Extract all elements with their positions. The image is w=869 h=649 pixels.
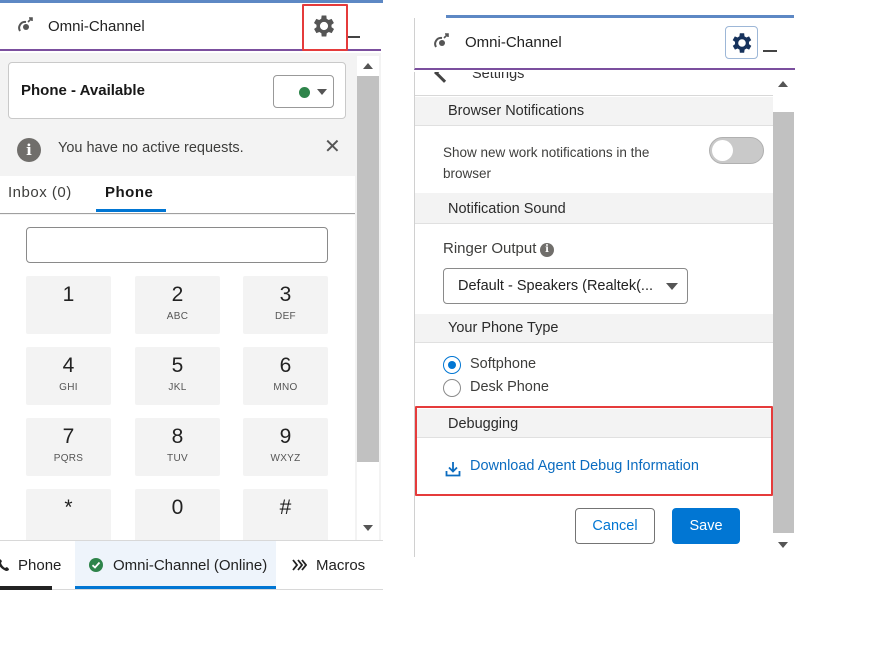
settings-gear-button[interactable] <box>725 26 758 59</box>
utility-bar: Phone Omni-Channel (Online) Macros <box>0 540 383 590</box>
section-phone-type: Your Phone Type <box>415 314 773 343</box>
dial-key-6[interactable]: 6 MNO <box>243 347 328 405</box>
panel-title: Omni-Channel <box>48 18 145 35</box>
omni-channel-icon <box>18 17 33 32</box>
left-scrollbar[interactable] <box>357 56 379 540</box>
ringer-output-value: Default - Speakers (Realtek(... <box>458 278 654 294</box>
radio-softphone[interactable] <box>443 356 461 374</box>
toggle-knob <box>712 140 733 161</box>
tab-phone[interactable]: Phone <box>105 184 153 201</box>
phone-icon <box>0 559 9 571</box>
browser-notification-toggle[interactable] <box>709 137 764 164</box>
work-tabs: Inbox (0) Phone <box>0 176 355 214</box>
minimize-icon[interactable] <box>763 50 777 52</box>
dialer: 1 2 ABC 3 DEF 4 GHI 5 JKL 6 MNO 7 PQRS 8 TUV 9W… <box>0 215 355 541</box>
dial-key-1[interactable]: 1 <box>26 276 111 334</box>
scroll-down-icon[interactable] <box>778 542 788 548</box>
panel-body: Phone - Available i You have no active r… <box>0 53 381 541</box>
settings-body: Settings Browser Notifications Show new … <box>414 72 773 557</box>
notice-text: You have no active requests. <box>58 140 244 156</box>
dial-key-3[interactable]: 3 DEF <box>243 276 328 334</box>
browser-notification-text: Show new work notifications in the brows… <box>443 145 650 181</box>
dial-key-8[interactable]: 8 TUV <box>135 418 220 476</box>
omni-channel-panel-right: Omni-Channel Settings Browser Notificati… <box>414 15 796 557</box>
omni-channel-icon <box>434 33 449 48</box>
ringer-output-label: Ringer Output <box>443 240 537 257</box>
dial-key-5[interactable]: 5 JKL <box>135 347 220 405</box>
radio-desk-phone-label: Desk Phone <box>470 379 549 395</box>
check-circle-icon <box>89 558 103 572</box>
presence-status-card: Phone - Available <box>8 62 346 119</box>
online-status-dot <box>299 87 310 98</box>
tab-inbox[interactable]: Inbox (0) <box>8 184 72 201</box>
scroll-up-icon[interactable] <box>363 63 373 69</box>
settings-title-row: Settings <box>415 72 773 96</box>
panel-title: Omni-Channel <box>465 34 562 51</box>
chevron-down-icon <box>317 89 327 95</box>
radio-desk-phone[interactable] <box>443 379 461 397</box>
double-chevron-icon <box>292 559 307 571</box>
download-debug-info-link[interactable]: Download Agent Debug Information <box>470 458 699 474</box>
download-icon[interactable] <box>445 461 461 477</box>
utility-omni-channel[interactable]: Omni-Channel (Online) <box>75 541 276 589</box>
gear-icon[interactable] <box>310 12 338 40</box>
scroll-down-icon[interactable] <box>363 525 373 531</box>
dial-key-2[interactable]: 2 ABC <box>135 276 220 334</box>
dial-key-hash[interactable]: # <box>243 489 328 541</box>
dial-key-7[interactable]: 7 PQRS <box>26 418 111 476</box>
utility-macros[interactable]: Macros <box>276 541 383 589</box>
omni-channel-panel-left: Omni-Channel Phone - Available i You hav… <box>0 0 384 592</box>
section-notification-sound: Notification Sound <box>415 193 773 224</box>
active-tab-indicator <box>96 209 166 212</box>
right-scrollbar[interactable] <box>773 72 794 557</box>
close-icon[interactable]: ✕ <box>324 137 341 157</box>
dial-key-9[interactable]: 9 WXYZ <box>243 418 328 476</box>
scroll-up-icon[interactable] <box>778 81 788 87</box>
save-button[interactable]: Save <box>672 508 740 544</box>
info-icon[interactable]: i <box>540 243 554 257</box>
utility-phone-underline <box>0 586 52 590</box>
dial-key-0[interactable]: 0 <box>135 489 220 541</box>
gear-icon <box>732 33 752 53</box>
utility-phone[interactable]: Phone <box>0 541 75 590</box>
presence-status-label: Phone - Available <box>21 82 145 99</box>
chevron-left-icon[interactable] <box>434 72 454 83</box>
dial-key-star[interactable]: * <box>26 489 111 541</box>
section-debugging: Debugging <box>415 409 773 438</box>
scrollbar-thumb[interactable] <box>357 76 379 462</box>
minimize-icon[interactable] <box>346 36 360 38</box>
panel-header: Omni-Channel <box>0 3 381 51</box>
chevron-down-icon <box>666 283 678 290</box>
settings-title: Settings <box>472 72 525 82</box>
no-requests-notice: i You have no active requests. ✕ <box>0 129 358 169</box>
cancel-button[interactable]: Cancel <box>575 508 655 544</box>
phone-number-input[interactable] <box>26 227 328 263</box>
info-icon: i <box>17 138 41 162</box>
panel-header: Omni-Channel <box>414 18 795 70</box>
scrollbar-thumb[interactable] <box>773 112 794 533</box>
section-browser-notifications: Browser Notifications <box>415 97 773 126</box>
presence-status-dropdown[interactable] <box>273 75 334 108</box>
dial-key-4[interactable]: 4 GHI <box>26 347 111 405</box>
ringer-output-select[interactable]: Default - Speakers (Realtek(... <box>443 268 688 304</box>
radio-softphone-label: Softphone <box>470 356 537 372</box>
